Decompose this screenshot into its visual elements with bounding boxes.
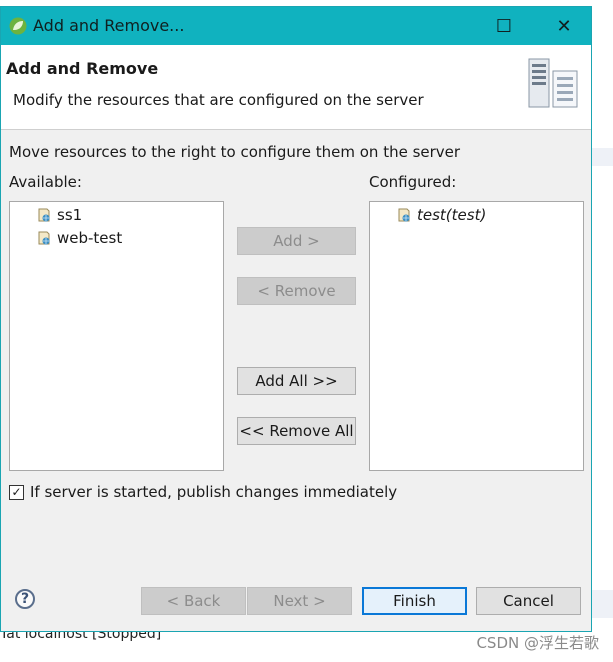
server-icon xyxy=(528,58,578,108)
finish-button[interactable]: Finish xyxy=(362,587,467,615)
list-item-label: web-test xyxy=(57,229,123,247)
remove-button[interactable]: < Remove xyxy=(237,277,356,305)
close-button[interactable]: ✕ xyxy=(541,7,587,45)
web-project-icon xyxy=(38,208,50,222)
list-item[interactable]: web-test xyxy=(36,228,122,248)
add-button[interactable]: Add > xyxy=(237,227,356,255)
list-item[interactable]: test(test) xyxy=(396,205,486,225)
configured-label: Configured: xyxy=(369,173,457,191)
next-button[interactable]: Next > xyxy=(247,587,352,615)
title-bar[interactable]: Add and Remove... ☐ ✕ xyxy=(1,7,591,45)
help-icon[interactable]: ? xyxy=(15,589,35,609)
maximize-icon: ☐ xyxy=(495,15,513,37)
list-item-label: test(test) xyxy=(417,206,487,224)
publish-label: If server is started, publish changes im… xyxy=(30,483,398,501)
window-title: Add and Remove... xyxy=(33,16,185,35)
configured-list[interactable]: test(test) xyxy=(369,201,584,471)
publish-option[interactable]: ✓ If server is started, publish changes … xyxy=(9,483,397,501)
header-description: Modify the resources that are configured… xyxy=(13,91,424,109)
spring-leaf-icon xyxy=(9,17,27,35)
add-all-button[interactable]: Add All >> xyxy=(237,367,356,395)
background-ide-strip xyxy=(592,148,613,166)
back-button[interactable]: < Back xyxy=(141,587,246,615)
available-list[interactable]: ss1 web-test xyxy=(9,201,224,471)
dialog-header: Add and Remove Modify the resources that… xyxy=(1,45,591,130)
checkmark-icon: ✓ xyxy=(11,485,22,499)
maximize-button[interactable]: ☐ xyxy=(481,7,527,45)
web-project-icon xyxy=(38,231,50,245)
header-title: Add and Remove xyxy=(6,59,159,78)
web-project-icon xyxy=(398,208,410,222)
background-ide-strip xyxy=(592,590,613,618)
available-label: Available: xyxy=(9,173,82,191)
add-remove-dialog: Add and Remove... ☐ ✕ Add and Remove Mod… xyxy=(0,6,592,632)
instruction-text: Move resources to the right to configure… xyxy=(9,143,461,161)
list-item[interactable]: ss1 xyxy=(36,205,82,225)
close-icon: ✕ xyxy=(556,15,572,37)
cancel-button[interactable]: Cancel xyxy=(476,587,581,615)
watermark: CSDN @浮生若歌 xyxy=(476,634,599,652)
publish-checkbox[interactable]: ✓ xyxy=(9,484,24,500)
remove-all-button[interactable]: << Remove All xyxy=(237,417,356,445)
list-item-label: ss1 xyxy=(57,206,83,224)
